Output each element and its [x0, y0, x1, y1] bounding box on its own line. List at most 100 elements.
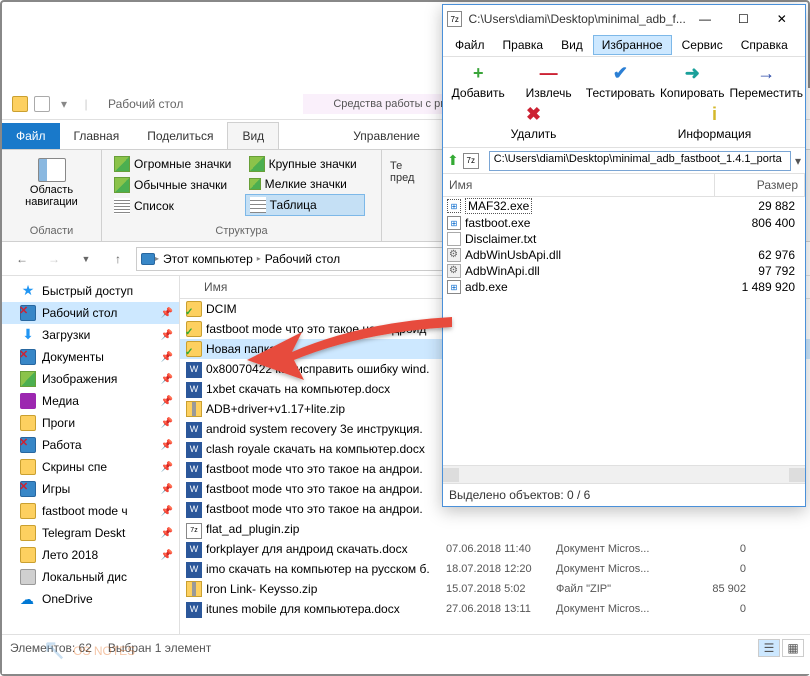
sidebar-item-label: fastboot mode ч: [42, 504, 128, 518]
sidebar-item[interactable]: Изображения📌: [2, 368, 179, 390]
bc-leaf[interactable]: Рабочий стол: [261, 252, 344, 266]
file-name: forkplayer для андроид скачать.docx: [206, 542, 438, 556]
view-small[interactable]: Мелкие значки: [245, 175, 373, 193]
row-name: fastboot.exe: [465, 216, 530, 230]
archive-row[interactable]: ⊞fastboot.exe806 400: [443, 215, 805, 231]
col-size[interactable]: Размер: [715, 174, 805, 196]
sidebar-item[interactable]: Telegram Deskt📌: [2, 522, 179, 544]
toolbar-button[interactable]: →Переместить: [727, 61, 805, 102]
huge-icon: [114, 156, 130, 172]
navigation-pane-button[interactable]: Область навигации: [10, 154, 93, 212]
tab-home[interactable]: Главная: [60, 123, 134, 149]
list-icon: [114, 198, 130, 214]
toolbar-button[interactable]: —Извлечь: [513, 61, 583, 102]
view-table[interactable]: Таблица: [245, 194, 365, 216]
path-dropdown-icon[interactable]: ▾: [795, 154, 801, 168]
sidebar-item[interactable]: ✕Документы📌: [2, 346, 179, 368]
sidebar-item[interactable]: Медиа📌: [2, 390, 179, 412]
menu-item[interactable]: Правка: [495, 36, 552, 54]
sidebar-item[interactable]: ★Быстрый доступ: [2, 280, 179, 302]
view-list[interactable]: Список: [110, 196, 244, 216]
toolbar-icon: —: [540, 63, 558, 84]
pc-icon: [141, 253, 155, 265]
list-item[interactable]: 7zflat_ad_plugin.zip: [180, 519, 810, 539]
sidebar-item[interactable]: ✕Рабочий стол📌: [2, 302, 179, 324]
pin-icon: 📌: [161, 550, 173, 561]
row-size: 1 489 920: [715, 280, 805, 294]
large-icon: [249, 156, 265, 172]
sidebar-item[interactable]: Локальный дис: [2, 566, 179, 588]
up-button[interactable]: ↑: [104, 247, 132, 271]
toolbar-label: Информация: [678, 127, 751, 141]
toolbar-icon: ✔: [613, 63, 628, 84]
sidebar-item[interactable]: Лето 2018📌: [2, 544, 179, 566]
toolbar-button[interactable]: ✔Тестировать: [584, 61, 657, 102]
archive-row[interactable]: ⊞MAF32.exe29 882: [443, 197, 805, 215]
menu-item[interactable]: Файл: [447, 36, 493, 54]
menu-item[interactable]: Вид: [553, 36, 591, 54]
maximize-button[interactable]: ☐: [724, 6, 762, 32]
view-details-button[interactable]: ☰: [758, 639, 780, 657]
archive-row[interactable]: ⊞adb.exe1 489 920: [443, 279, 805, 295]
file-name: 1xbet скачать на компьютер.docx: [206, 382, 438, 396]
up-icon[interactable]: ⬆: [447, 152, 459, 169]
menu-item[interactable]: Сервис: [674, 36, 731, 54]
view-normal[interactable]: Обычные значки: [110, 175, 244, 195]
forward-button[interactable]: →: [40, 247, 68, 271]
properties-icon[interactable]: [32, 94, 52, 114]
back-button[interactable]: ←: [8, 247, 36, 271]
col-name[interactable]: Имя: [443, 174, 715, 196]
file-name: fastboot mode что это такое на андроид: [206, 322, 438, 336]
archive-row[interactable]: Disclaimer.txt: [443, 231, 805, 247]
archive-row[interactable]: AdbWinApi.dll97 792: [443, 263, 805, 279]
minimize-button[interactable]: —: [686, 6, 724, 32]
close-button[interactable]: ✕: [763, 6, 801, 32]
file-name: ADB+driver+v1.17+lite.zip: [206, 402, 438, 416]
sidebar-item[interactable]: ⬇Загрузки📌: [2, 324, 179, 346]
file-name: 0x80070422 как исправить ошибку wind.: [206, 362, 438, 376]
sidebar-item[interactable]: ☁OneDrive: [2, 588, 179, 610]
sevenzip-pathbar: ⬆ 7z C:\Users\diami\Desktop\minimal_adb_…: [443, 148, 805, 174]
sidebar-item[interactable]: ✕Работа📌: [2, 434, 179, 456]
tab-share[interactable]: Поделиться: [133, 123, 227, 149]
toolbar-button[interactable]: +Добавить: [443, 61, 513, 102]
list-item[interactable]: Witunes mobile для компьютера.docx27.06.…: [180, 599, 810, 619]
list-item[interactable]: Iron Link- Keysso.zip15.07.2018 5:02Файл…: [180, 579, 810, 599]
pin-icon: 📌: [161, 418, 173, 429]
sevenzip-titlebar[interactable]: 7z C:\Users\diami\Desktop\minimal_adb_f.…: [443, 5, 805, 33]
menu-item[interactable]: Справка: [733, 36, 796, 54]
menu-item[interactable]: Избранное: [593, 35, 672, 55]
sidebar-item-label: Telegram Deskt: [42, 526, 125, 540]
sidebar-item[interactable]: fastboot mode ч 📌: [2, 500, 179, 522]
recent-dropdown[interactable]: ▼: [72, 247, 100, 271]
archive-row[interactable]: AdbWinUsbApi.dll62 976: [443, 247, 805, 263]
toolbar-label: Копировать: [660, 86, 725, 100]
sevenzip-list-header[interactable]: Имя Размер: [443, 174, 805, 197]
dropdown-icon[interactable]: ▾: [54, 94, 74, 114]
list-item[interactable]: Wimo скачать на компьютер на русском б.1…: [180, 559, 810, 579]
file-icon: [186, 301, 202, 317]
sidebar-item[interactable]: Скрины спе📌: [2, 456, 179, 478]
view-icons-button[interactable]: ▦: [782, 639, 804, 657]
tab-view[interactable]: Вид: [227, 122, 279, 149]
file-icon: W: [186, 421, 202, 437]
col-name[interactable]: Имя: [180, 280, 420, 294]
pin-icon: 📌: [161, 506, 173, 517]
toolbar-button[interactable]: ➜Копировать: [657, 61, 727, 102]
sidebar-item[interactable]: ✕Игры📌: [2, 478, 179, 500]
toolbar-button[interactable]: ✖Удалить: [443, 102, 624, 143]
path-input[interactable]: C:\Users\diami\Desktop\minimal_adb_fastb…: [489, 151, 791, 171]
tab-manage[interactable]: Управление: [339, 123, 434, 149]
nav-pane-icon: [38, 158, 66, 182]
tab-file[interactable]: Файл: [2, 123, 60, 149]
sidebar-item[interactable]: Проги📌: [2, 412, 179, 434]
view-huge[interactable]: Огромные значки: [110, 154, 244, 174]
view-large[interactable]: Крупные значки: [245, 154, 373, 174]
toolbar-button[interactable]: iИнформация: [624, 102, 805, 143]
file-icon: W: [186, 361, 202, 377]
list-blank-area[interactable]: [443, 295, 805, 465]
horizontal-scrollbar[interactable]: [443, 465, 805, 483]
pin-icon: 📌: [161, 308, 173, 319]
bc-root[interactable]: Этот компьютер: [159, 252, 257, 266]
list-item[interactable]: Wforkplayer для андроид скачать.docx07.0…: [180, 539, 810, 559]
